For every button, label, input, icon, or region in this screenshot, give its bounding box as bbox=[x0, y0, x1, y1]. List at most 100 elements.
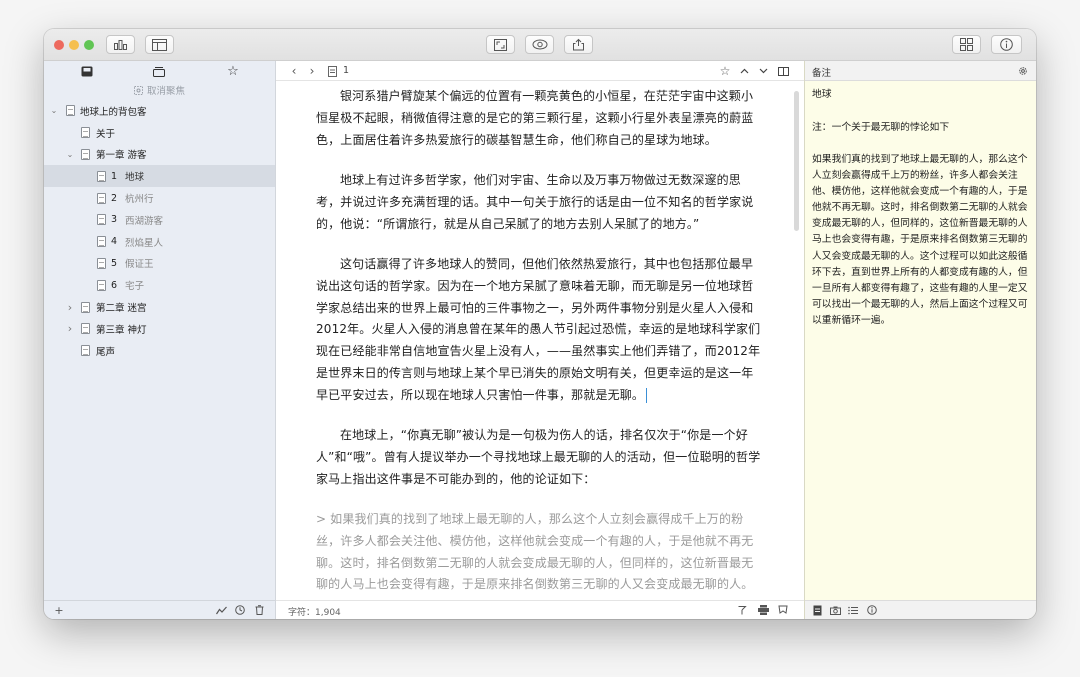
inbox-icon bbox=[81, 66, 93, 76]
clock-icon bbox=[235, 605, 245, 615]
stats-icon bbox=[114, 40, 127, 50]
print-button[interactable] bbox=[757, 604, 769, 616]
trash-button[interactable] bbox=[253, 604, 265, 616]
paragraph-with-caret: 这句话赢得了许多地球人的赞同，但他们依然热爱旅行，其中也包括那位最早说出这句话的… bbox=[316, 254, 764, 407]
tree-item-hangzhou[interactable]: 2 杭州行 bbox=[44, 187, 275, 209]
notes-icon bbox=[813, 605, 821, 615]
chevron-down-icon[interactable]: ⌄ bbox=[65, 150, 75, 159]
chevron-down-icon[interactable]: ⌄ bbox=[49, 106, 59, 115]
chevron-down-icon bbox=[759, 68, 767, 74]
tree-item-about[interactable]: 关于 bbox=[44, 122, 275, 144]
chevron-up-icon bbox=[740, 68, 748, 74]
collections-icon bbox=[153, 66, 165, 77]
collections-tab[interactable] bbox=[152, 64, 166, 78]
fullscreen-button[interactable] bbox=[486, 35, 515, 54]
add-button[interactable]: + bbox=[53, 603, 65, 617]
document-icon bbox=[97, 236, 106, 248]
chevron-right-icon[interactable]: › bbox=[65, 322, 75, 335]
note-subtitle[interactable]: 注：一个关于最无聊的悖论如下 bbox=[812, 120, 1032, 136]
tree-item-earth[interactable]: 1 地球 bbox=[44, 165, 275, 188]
unfocus-icon bbox=[134, 85, 143, 95]
editor-scrollbar[interactable] bbox=[794, 91, 799, 231]
tree-item-label: 假证王 bbox=[125, 259, 154, 271]
comment-button[interactable] bbox=[777, 604, 789, 616]
chevron-right-icon[interactable]: › bbox=[65, 301, 75, 314]
inspector-settings-button[interactable] bbox=[1017, 65, 1028, 76]
share-button[interactable] bbox=[564, 35, 593, 54]
target-icon bbox=[738, 606, 747, 615]
tree-item-label: 第二章 迷宫 bbox=[96, 303, 147, 315]
tree-item-label: 第三章 神灯 bbox=[96, 324, 147, 336]
tree-item-chapter-2[interactable]: › 第二章 迷宫 bbox=[44, 296, 275, 318]
split-view-icon bbox=[777, 66, 789, 76]
chevron-left-icon: ‹ bbox=[291, 64, 297, 78]
tree-item-chapter-1[interactable]: ⌄ 第一章 游客 bbox=[44, 144, 275, 166]
paragraph: 地球上有过许多哲学家，他们对宇宙、生命以及万事万物做过无数深邃的思考，并说过许多… bbox=[316, 173, 754, 231]
character-count: 字符：1,904 bbox=[288, 608, 341, 618]
list-icon bbox=[848, 606, 858, 614]
unfocus-button[interactable]: 取消聚焦 bbox=[134, 83, 185, 97]
tree-item-label: 西湖游客 bbox=[125, 215, 164, 227]
toolbar bbox=[44, 29, 1036, 61]
document-icon bbox=[97, 279, 106, 291]
text-caret bbox=[646, 387, 648, 403]
previous-button[interactable] bbox=[738, 64, 750, 78]
tree-item-label: 尾声 bbox=[96, 346, 116, 358]
outline-tab[interactable] bbox=[847, 604, 859, 616]
info-button[interactable] bbox=[991, 35, 1022, 54]
inspector-footer bbox=[805, 600, 1036, 619]
snapshots-tab[interactable] bbox=[829, 604, 841, 616]
tree-item-epilogue[interactable]: 尾声 bbox=[44, 340, 275, 362]
minimize-window-button[interactable] bbox=[69, 40, 79, 50]
inbox-tab[interactable] bbox=[80, 64, 94, 78]
paragraph: 在地球上，“你真无聊”被认为是一句极为伤人的话，排名仅次于“你是一个好人”和“哦… bbox=[316, 428, 761, 486]
document-icon bbox=[97, 170, 106, 182]
stats-button[interactable] bbox=[106, 35, 135, 54]
editor-text-area[interactable]: 银河系猎户臂旋某个偏远的位置有一颗亮黄色的小恒星，在茫茫宇宙中这颗小恒星极不起眼… bbox=[276, 81, 804, 600]
tree-item-house[interactable]: 6 宅子 bbox=[44, 274, 275, 296]
layout-button[interactable] bbox=[145, 35, 174, 54]
tree-item-westlake[interactable]: 3 西湖游客 bbox=[44, 209, 275, 231]
document-icon bbox=[97, 192, 106, 204]
tree-item-fake-king[interactable]: 5 假证王 bbox=[44, 253, 275, 275]
info-icon bbox=[867, 605, 877, 615]
comment-icon bbox=[778, 605, 788, 614]
favorites-tab[interactable]: ☆ bbox=[226, 63, 240, 79]
tree-item-label: 关于 bbox=[96, 128, 116, 140]
chevron-right-icon: › bbox=[309, 64, 315, 78]
activity-button[interactable] bbox=[215, 604, 227, 616]
tree-item-label: 烈焰星人 bbox=[125, 237, 164, 249]
tree-item-label: 地球 bbox=[125, 172, 145, 184]
info-icon bbox=[1000, 38, 1013, 51]
history-button[interactable] bbox=[234, 604, 246, 616]
back-button[interactable]: ‹ bbox=[288, 64, 300, 78]
bookmark-button[interactable]: ☆ bbox=[719, 63, 731, 78]
zoom-window-button[interactable] bbox=[84, 40, 94, 50]
note-title[interactable]: 地球 bbox=[812, 87, 1032, 103]
notes-tab[interactable] bbox=[811, 604, 823, 616]
document-icon bbox=[97, 214, 106, 226]
star-icon: ☆ bbox=[227, 63, 239, 79]
tree-item-project[interactable]: ⌄ 地球上的背包客 bbox=[44, 100, 275, 122]
inspector-title: 备注 bbox=[812, 68, 832, 79]
document-icon bbox=[81, 345, 90, 357]
document-icon bbox=[81, 127, 90, 139]
split-view-button[interactable] bbox=[777, 64, 789, 78]
fullscreen-icon bbox=[494, 38, 507, 51]
editor-pane: ‹ › 1 ☆ 银河系猎户臂旋某个偏远的位置有一颗亮黄色的小恒星，在茫茫宇宙中这… bbox=[276, 61, 804, 619]
info-tab[interactable] bbox=[866, 604, 878, 616]
note-body[interactable]: 如果我们真的找到了地球上最无聊的人，那么这个人立刻会赢得成千上万的粉丝，许多人都… bbox=[812, 152, 1032, 329]
preview-button[interactable] bbox=[525, 35, 554, 54]
tree-item-flame-people[interactable]: 4 烈焰星人 bbox=[44, 231, 275, 253]
close-window-button[interactable] bbox=[54, 40, 64, 50]
target-button[interactable] bbox=[736, 604, 748, 616]
forward-button[interactable]: › bbox=[306, 64, 318, 78]
trend-icon bbox=[215, 606, 227, 614]
tree-item-number: 4 bbox=[111, 236, 118, 248]
share-icon bbox=[573, 38, 584, 51]
unfocus-label: 取消聚焦 bbox=[147, 86, 186, 97]
grid-button[interactable] bbox=[952, 35, 981, 54]
tree-item-chapter-3[interactable]: › 第三章 神灯 bbox=[44, 318, 275, 340]
next-button[interactable] bbox=[757, 64, 769, 78]
binder-tree: ⌄ 地球上的背包客 关于 ⌄ 第一章 游客 1 地球 2 杭州行 3 西湖游客 … bbox=[44, 100, 275, 362]
